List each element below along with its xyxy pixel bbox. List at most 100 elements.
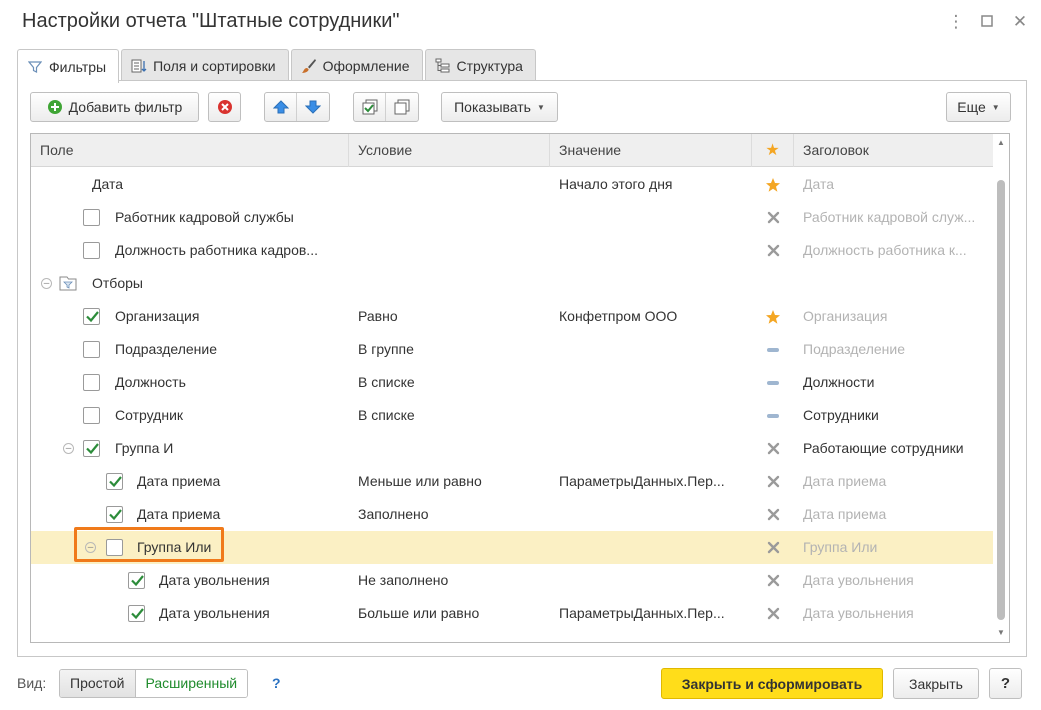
- table-row[interactable]: Должность В списке Должности: [31, 366, 993, 399]
- not-in-quick-settings-icon[interactable]: [758, 465, 788, 498]
- cell-value[interactable]: [559, 531, 747, 564]
- scroll-down-icon[interactable]: ▼: [997, 628, 1005, 637]
- cell-field[interactable]: Группа Или: [137, 531, 345, 564]
- scroll-up-icon[interactable]: ▲: [997, 138, 1005, 147]
- cell-condition[interactable]: Меньше или равно: [358, 465, 546, 498]
- table-row[interactable]: – Группа И Работающие сотрудники: [31, 432, 993, 465]
- header-caption[interactable]: Заголовок: [794, 134, 993, 167]
- cell-caption[interactable]: Дата приема: [803, 465, 989, 498]
- checkbox-checked[interactable]: [128, 572, 145, 589]
- cell-value[interactable]: [559, 399, 747, 432]
- maximize-icon[interactable]: [975, 12, 999, 34]
- not-in-quick-settings-icon[interactable]: [758, 597, 788, 630]
- table-row[interactable]: Дата приема Заполнено Дата приема: [31, 498, 993, 531]
- cell-value[interactable]: Начало этого дня: [559, 168, 747, 201]
- checkbox-unchecked[interactable]: [83, 374, 100, 391]
- not-in-quick-settings-icon[interactable]: [758, 564, 788, 597]
- cell-caption[interactable]: Дата приема: [803, 498, 989, 531]
- more-menu-icon[interactable]: ⋮: [944, 12, 968, 34]
- cell-value[interactable]: [559, 564, 747, 597]
- cell-condition[interactable]: Не заполнено: [358, 564, 546, 597]
- table-row[interactable]: Должность работника кадров... Должность р…: [31, 234, 993, 267]
- delete-button[interactable]: [208, 92, 241, 122]
- table-row[interactable]: Подразделение В группе Подразделение: [31, 333, 993, 366]
- cell-caption[interactable]: Должность работника к...: [803, 234, 989, 267]
- help-link[interactable]: ?: [272, 675, 281, 691]
- header-condition[interactable]: Условие: [349, 134, 550, 167]
- not-in-quick-settings-icon[interactable]: [758, 201, 788, 234]
- cell-value[interactable]: [559, 267, 747, 300]
- not-in-quick-settings-icon[interactable]: [758, 498, 788, 531]
- check-all-button[interactable]: [354, 93, 386, 121]
- cell-value[interactable]: ПараметрыДанных.Пер...: [559, 597, 747, 630]
- checkbox-unchecked[interactable]: [83, 242, 100, 259]
- cell-caption[interactable]: Организация: [803, 300, 989, 333]
- tab-appearance[interactable]: Оформление: [290, 49, 423, 81]
- cell-field[interactable]: Подразделение: [115, 333, 345, 366]
- not-in-quick-settings-icon[interactable]: [758, 234, 788, 267]
- cell-caption[interactable]: Сотрудники: [803, 399, 989, 432]
- checkbox-unchecked[interactable]: [83, 341, 100, 358]
- view-simple-button[interactable]: Простой: [60, 670, 136, 697]
- header-value[interactable]: Значение: [550, 134, 752, 167]
- view-extended-button[interactable]: Расширенный: [135, 670, 248, 697]
- cell-caption[interactable]: Дата: [803, 168, 989, 201]
- cell-condition[interactable]: [358, 234, 546, 267]
- checkbox-checked[interactable]: [83, 440, 100, 457]
- cell-value[interactable]: [559, 432, 747, 465]
- checkbox-checked[interactable]: [83, 308, 100, 325]
- cell-field[interactable]: Дата приема: [137, 465, 345, 498]
- table-row[interactable]: Дата приема Меньше или равно ПараметрыДанн…: [31, 465, 993, 498]
- cell-condition[interactable]: Больше или равно: [358, 597, 546, 630]
- filters-table[interactable]: Поле Условие Значение ★ Заголовок Дата На…: [30, 133, 1010, 643]
- add-filter-button[interactable]: Добавить фильтр: [30, 92, 199, 122]
- cell-value[interactable]: [559, 333, 747, 366]
- close-button[interactable]: Закрыть: [893, 668, 979, 699]
- dash-icon[interactable]: [758, 366, 788, 399]
- header-field[interactable]: Поле: [31, 134, 349, 167]
- cell-value[interactable]: ПараметрыДанных.Пер...: [559, 465, 747, 498]
- vertical-scrollbar[interactable]: ▲ ▼: [994, 134, 1009, 642]
- collapse-icon[interactable]: –: [85, 542, 96, 553]
- cell-condition[interactable]: В группе: [358, 333, 546, 366]
- table-row[interactable]: Дата Начало этого дня Дата: [31, 168, 993, 201]
- cell-caption[interactable]: Подразделение: [803, 333, 989, 366]
- cell-value[interactable]: [559, 234, 747, 267]
- dash-icon[interactable]: [758, 333, 788, 366]
- checkbox-unchecked[interactable]: [106, 539, 123, 556]
- cell-field[interactable]: Работник кадровой службы: [115, 201, 345, 234]
- checkbox-checked[interactable]: [128, 605, 145, 622]
- cell-value[interactable]: [559, 498, 747, 531]
- cell-field[interactable]: Дата приема: [137, 498, 345, 531]
- cell-caption[interactable]: Дата увольнения: [803, 597, 989, 630]
- cell-condition[interactable]: [358, 531, 546, 564]
- cell-field[interactable]: Дата увольнения: [159, 597, 345, 630]
- show-dropdown-button[interactable]: Показывать ▼: [441, 92, 558, 122]
- tab-fields-sort[interactable]: Поля и сортировки: [121, 49, 289, 81]
- cell-condition[interactable]: [358, 168, 546, 201]
- tab-structure[interactable]: Структура: [424, 49, 536, 81]
- cell-caption[interactable]: Работник кадровой служ...: [803, 201, 989, 234]
- table-row[interactable]: Сотрудник В списке Сотрудники: [31, 399, 993, 432]
- cell-field[interactable]: Дата увольнения: [159, 564, 345, 597]
- move-down-button[interactable]: [297, 93, 329, 121]
- close-icon[interactable]: ✕: [1008, 12, 1032, 34]
- close-and-generate-button[interactable]: Закрыть и сформировать: [661, 668, 883, 699]
- more-button[interactable]: Еще ▼: [946, 92, 1011, 122]
- cell-value[interactable]: [559, 366, 747, 399]
- table-row[interactable]: Дата увольнения Больше или равно Параметры…: [31, 597, 993, 630]
- table-row[interactable]: Дата увольнения Не заполнено Дата увольнен…: [31, 564, 993, 597]
- cell-field[interactable]: Отборы: [92, 267, 345, 300]
- checkbox-checked[interactable]: [106, 473, 123, 490]
- cell-condition[interactable]: В списке: [358, 399, 546, 432]
- cell-caption[interactable]: Должности: [803, 366, 989, 399]
- cell-condition[interactable]: Равно: [358, 300, 546, 333]
- cell-caption[interactable]: Дата увольнения: [803, 564, 989, 597]
- cell-condition[interactable]: [358, 432, 546, 465]
- cell-field[interactable]: Организация: [115, 300, 345, 333]
- star-icon[interactable]: [758, 300, 788, 333]
- header-star-icon[interactable]: ★: [752, 134, 794, 167]
- collapse-icon[interactable]: –: [41, 278, 52, 289]
- cell-value[interactable]: [559, 201, 747, 234]
- cell-field[interactable]: Группа И: [115, 432, 345, 465]
